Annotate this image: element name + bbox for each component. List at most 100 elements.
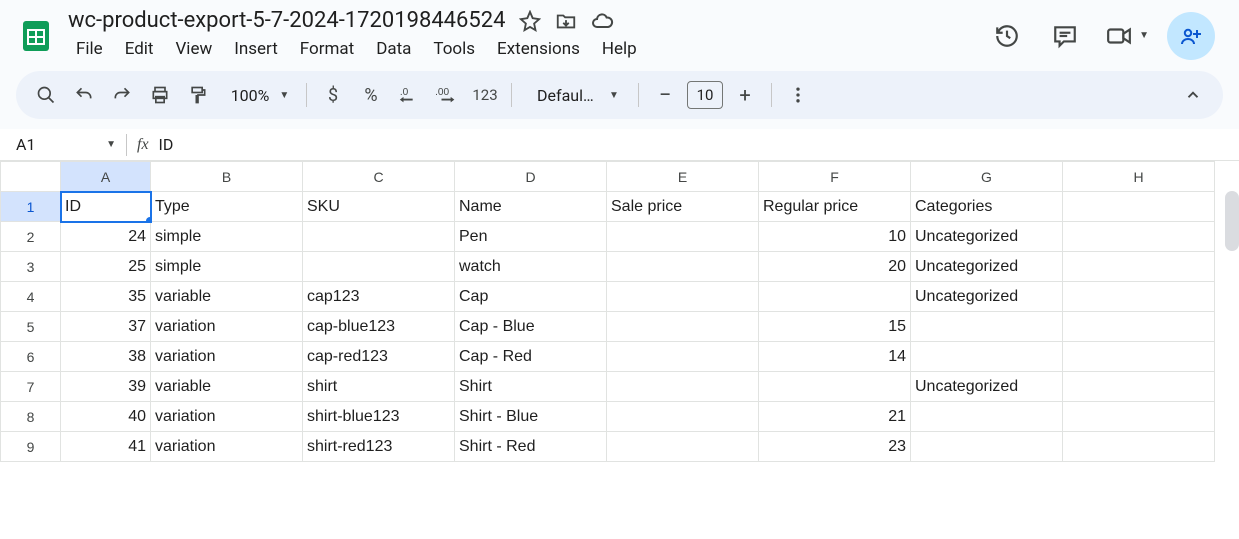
cell[interactable]: variation bbox=[151, 312, 303, 342]
cell[interactable]: 35 bbox=[61, 282, 151, 312]
menu-help[interactable]: Help bbox=[592, 35, 647, 63]
row-header[interactable]: 4 bbox=[1, 282, 61, 312]
cell[interactable]: cap-red123 bbox=[303, 342, 455, 372]
cell[interactable] bbox=[911, 402, 1063, 432]
cell[interactable] bbox=[1063, 282, 1215, 312]
cell[interactable] bbox=[607, 372, 759, 402]
number-format-button[interactable]: 123 bbox=[467, 77, 503, 113]
select-all-corner[interactable] bbox=[1, 162, 61, 192]
cell[interactable]: 21 bbox=[759, 402, 911, 432]
menu-extensions[interactable]: Extensions bbox=[487, 35, 590, 63]
move-icon[interactable] bbox=[554, 9, 578, 33]
meet-dropdown-icon[interactable]: ▼ bbox=[1139, 30, 1149, 41]
font-size-input[interactable]: 10 bbox=[687, 81, 723, 109]
row-header[interactable]: 8 bbox=[1, 402, 61, 432]
cell[interactable]: 40 bbox=[61, 402, 151, 432]
column-header[interactable]: H bbox=[1063, 162, 1215, 192]
cell[interactable]: ID bbox=[61, 192, 151, 222]
name-box[interactable]: A1 ▼ bbox=[16, 135, 116, 154]
cloud-status-icon[interactable] bbox=[590, 9, 614, 33]
cell[interactable]: Uncategorized bbox=[911, 282, 1063, 312]
row-header[interactable]: 9 bbox=[1, 432, 61, 462]
column-header[interactable]: G bbox=[911, 162, 1063, 192]
cell[interactable]: cap-blue123 bbox=[303, 312, 455, 342]
cell[interactable] bbox=[911, 342, 1063, 372]
cell[interactable]: Shirt bbox=[455, 372, 607, 402]
increase-font-size-button[interactable]: + bbox=[727, 77, 763, 113]
menu-data[interactable]: Data bbox=[366, 35, 421, 63]
cell[interactable] bbox=[607, 222, 759, 252]
column-header[interactable]: A bbox=[61, 162, 151, 192]
menu-insert[interactable]: Insert bbox=[224, 35, 288, 63]
cell[interactable] bbox=[1063, 192, 1215, 222]
cell[interactable]: Sale price bbox=[607, 192, 759, 222]
cell[interactable] bbox=[303, 222, 455, 252]
cell[interactable] bbox=[911, 312, 1063, 342]
cell[interactable] bbox=[1063, 312, 1215, 342]
cell[interactable] bbox=[1063, 222, 1215, 252]
cell[interactable]: Type bbox=[151, 192, 303, 222]
cell[interactable]: Cap - Blue bbox=[455, 312, 607, 342]
cell[interactable] bbox=[607, 252, 759, 282]
collapse-toolbar-icon[interactable] bbox=[1175, 77, 1211, 113]
formula-input[interactable]: ID bbox=[159, 135, 174, 154]
paint-format-icon[interactable] bbox=[180, 77, 216, 113]
spreadsheet-grid[interactable]: A B C D E F G H 1IDTypeSKUNameSale price… bbox=[0, 161, 1215, 462]
cell[interactable] bbox=[303, 252, 455, 282]
cell[interactable] bbox=[911, 432, 1063, 462]
cell[interactable] bbox=[607, 432, 759, 462]
comments-icon[interactable] bbox=[1045, 16, 1085, 56]
cell[interactable]: Shirt - Red bbox=[455, 432, 607, 462]
history-icon[interactable] bbox=[987, 16, 1027, 56]
cell[interactable]: Uncategorized bbox=[911, 372, 1063, 402]
undo-icon[interactable] bbox=[66, 77, 102, 113]
cell[interactable]: Regular price bbox=[759, 192, 911, 222]
zoom-select[interactable]: 100%▼ bbox=[218, 77, 298, 113]
menu-edit[interactable]: Edit bbox=[115, 35, 164, 63]
cell[interactable]: 23 bbox=[759, 432, 911, 462]
column-header[interactable]: B bbox=[151, 162, 303, 192]
row-header[interactable]: 6 bbox=[1, 342, 61, 372]
decrease-font-size-button[interactable]: − bbox=[647, 77, 683, 113]
menu-file[interactable]: File bbox=[66, 35, 113, 63]
cell[interactable]: variation bbox=[151, 432, 303, 462]
cell[interactable]: simple bbox=[151, 252, 303, 282]
cell[interactable]: simple bbox=[151, 222, 303, 252]
increase-decimal-icon[interactable]: .00 bbox=[429, 77, 465, 113]
cell[interactable]: shirt-blue123 bbox=[303, 402, 455, 432]
percent-button[interactable]: % bbox=[353, 77, 389, 113]
cell[interactable] bbox=[1063, 402, 1215, 432]
cell[interactable]: variation bbox=[151, 342, 303, 372]
more-toolbar-icon[interactable] bbox=[780, 77, 816, 113]
cell[interactable] bbox=[607, 402, 759, 432]
column-header[interactable]: C bbox=[303, 162, 455, 192]
cell[interactable]: 10 bbox=[759, 222, 911, 252]
cell[interactable] bbox=[1063, 372, 1215, 402]
cell[interactable]: Name bbox=[455, 192, 607, 222]
row-header[interactable]: 5 bbox=[1, 312, 61, 342]
cell[interactable]: Cap bbox=[455, 282, 607, 312]
cell[interactable]: cap123 bbox=[303, 282, 455, 312]
search-icon[interactable] bbox=[28, 77, 64, 113]
cell[interactable]: watch bbox=[455, 252, 607, 282]
cell[interactable]: Uncategorized bbox=[911, 252, 1063, 282]
row-header[interactable]: 7 bbox=[1, 372, 61, 402]
cell[interactable]: Pen bbox=[455, 222, 607, 252]
share-button[interactable] bbox=[1167, 12, 1215, 60]
cell[interactable]: 14 bbox=[759, 342, 911, 372]
column-header[interactable]: F bbox=[759, 162, 911, 192]
cell[interactable] bbox=[759, 282, 911, 312]
meet-icon[interactable] bbox=[1103, 16, 1135, 56]
cell[interactable]: Shirt - Blue bbox=[455, 402, 607, 432]
sheets-logo[interactable] bbox=[16, 16, 56, 56]
cell[interactable] bbox=[759, 372, 911, 402]
cell[interactable]: 37 bbox=[61, 312, 151, 342]
column-header[interactable]: E bbox=[607, 162, 759, 192]
cell[interactable] bbox=[1063, 342, 1215, 372]
row-header[interactable]: 3 bbox=[1, 252, 61, 282]
menu-tools[interactable]: Tools bbox=[423, 35, 485, 63]
cell[interactable]: variable bbox=[151, 372, 303, 402]
star-icon[interactable] bbox=[518, 9, 542, 33]
cell[interactable]: shirt bbox=[303, 372, 455, 402]
cell[interactable] bbox=[1063, 252, 1215, 282]
